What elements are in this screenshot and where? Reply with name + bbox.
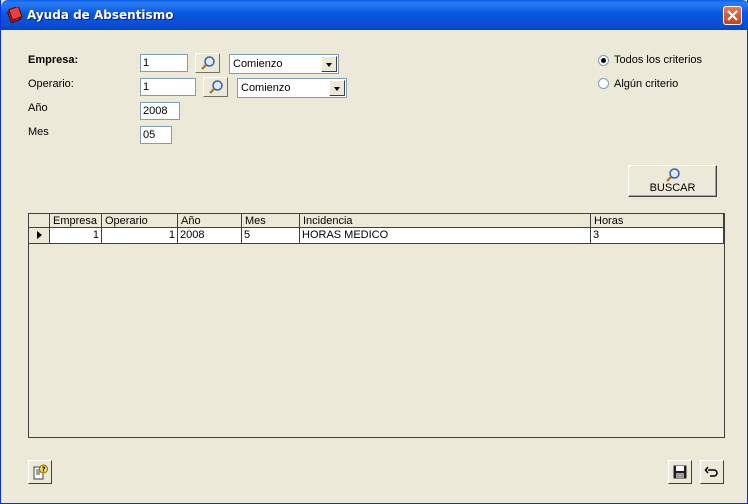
column-header-incidencia[interactable]: Incidencia xyxy=(300,214,591,228)
operario-combo[interactable]: Comienzo xyxy=(237,78,347,98)
mes-input[interactable]: 05 xyxy=(140,126,172,144)
anio-input[interactable]: 2008 xyxy=(140,102,180,120)
operario-search-button[interactable] xyxy=(203,77,228,97)
close-icon xyxy=(727,10,738,21)
help-button[interactable]: ? xyxy=(28,460,52,484)
empresa-combo[interactable]: Comienzo xyxy=(229,54,339,74)
floppy-disk-icon xyxy=(673,465,687,479)
radio-todos-criterios[interactable] xyxy=(598,55,609,66)
dialog-window: Ayuda de Absentismo Empresa: 1 Comienzo … xyxy=(0,0,748,504)
radio-algun-criterio[interactable] xyxy=(598,78,609,89)
undo-icon xyxy=(704,466,718,477)
chevron-down-icon[interactable] xyxy=(329,80,345,96)
empresa-combo-value: Comienzo xyxy=(233,58,283,70)
operario-input[interactable]: 1 xyxy=(140,78,196,96)
cell-mes[interactable]: 5 xyxy=(242,228,300,244)
save-button[interactable] xyxy=(668,460,692,484)
mes-label: Mes xyxy=(28,126,49,138)
operario-combo-value: Comienzo xyxy=(241,82,291,94)
anio-label: Año xyxy=(28,102,48,114)
results-grid[interactable]: Empresa Operario Año Mes Incidencia Hora… xyxy=(28,213,725,438)
column-header-operario[interactable]: Operario xyxy=(102,214,178,228)
svg-text:?: ? xyxy=(42,466,46,474)
radio-algun-label[interactable]: Algún criterio xyxy=(614,78,678,90)
grid-corner xyxy=(29,214,50,228)
cell-operario[interactable]: 1 xyxy=(102,228,178,244)
help-icon: ? xyxy=(33,464,48,480)
undo-button[interactable] xyxy=(700,460,724,484)
buscar-label: BUSCAR xyxy=(649,182,696,194)
column-header-empresa[interactable]: Empresa xyxy=(50,214,102,228)
buscar-button[interactable]: BUSCAR xyxy=(628,165,717,197)
operario-label: Operario: xyxy=(28,78,74,90)
cell-anio[interactable]: 2008 xyxy=(178,228,242,244)
empresa-input[interactable]: 1 xyxy=(140,54,188,72)
magnifier-icon xyxy=(666,168,680,182)
column-header-mes[interactable]: Mes xyxy=(242,214,300,228)
cell-horas[interactable]: 3 xyxy=(591,228,724,244)
column-header-anio[interactable]: Año xyxy=(178,214,242,228)
radio-todos-label[interactable]: Todos los criterios xyxy=(614,54,702,66)
app-icon xyxy=(7,7,23,23)
window-title: Ayuda de Absentismo xyxy=(27,8,174,22)
magnifier-icon xyxy=(201,56,215,70)
column-header-horas[interactable]: Horas xyxy=(591,214,724,228)
empresa-label: Empresa: xyxy=(28,54,79,66)
empresa-search-button[interactable] xyxy=(195,53,220,73)
title-bar[interactable]: Ayuda de Absentismo xyxy=(1,0,748,30)
close-button[interactable] xyxy=(723,6,742,25)
magnifier-icon xyxy=(209,80,223,94)
chevron-down-icon[interactable] xyxy=(321,56,337,72)
row-pointer-icon xyxy=(29,228,50,244)
cell-empresa[interactable]: 1 xyxy=(50,228,102,244)
cell-incidencia[interactable]: HORAS MEDICO xyxy=(300,228,591,244)
